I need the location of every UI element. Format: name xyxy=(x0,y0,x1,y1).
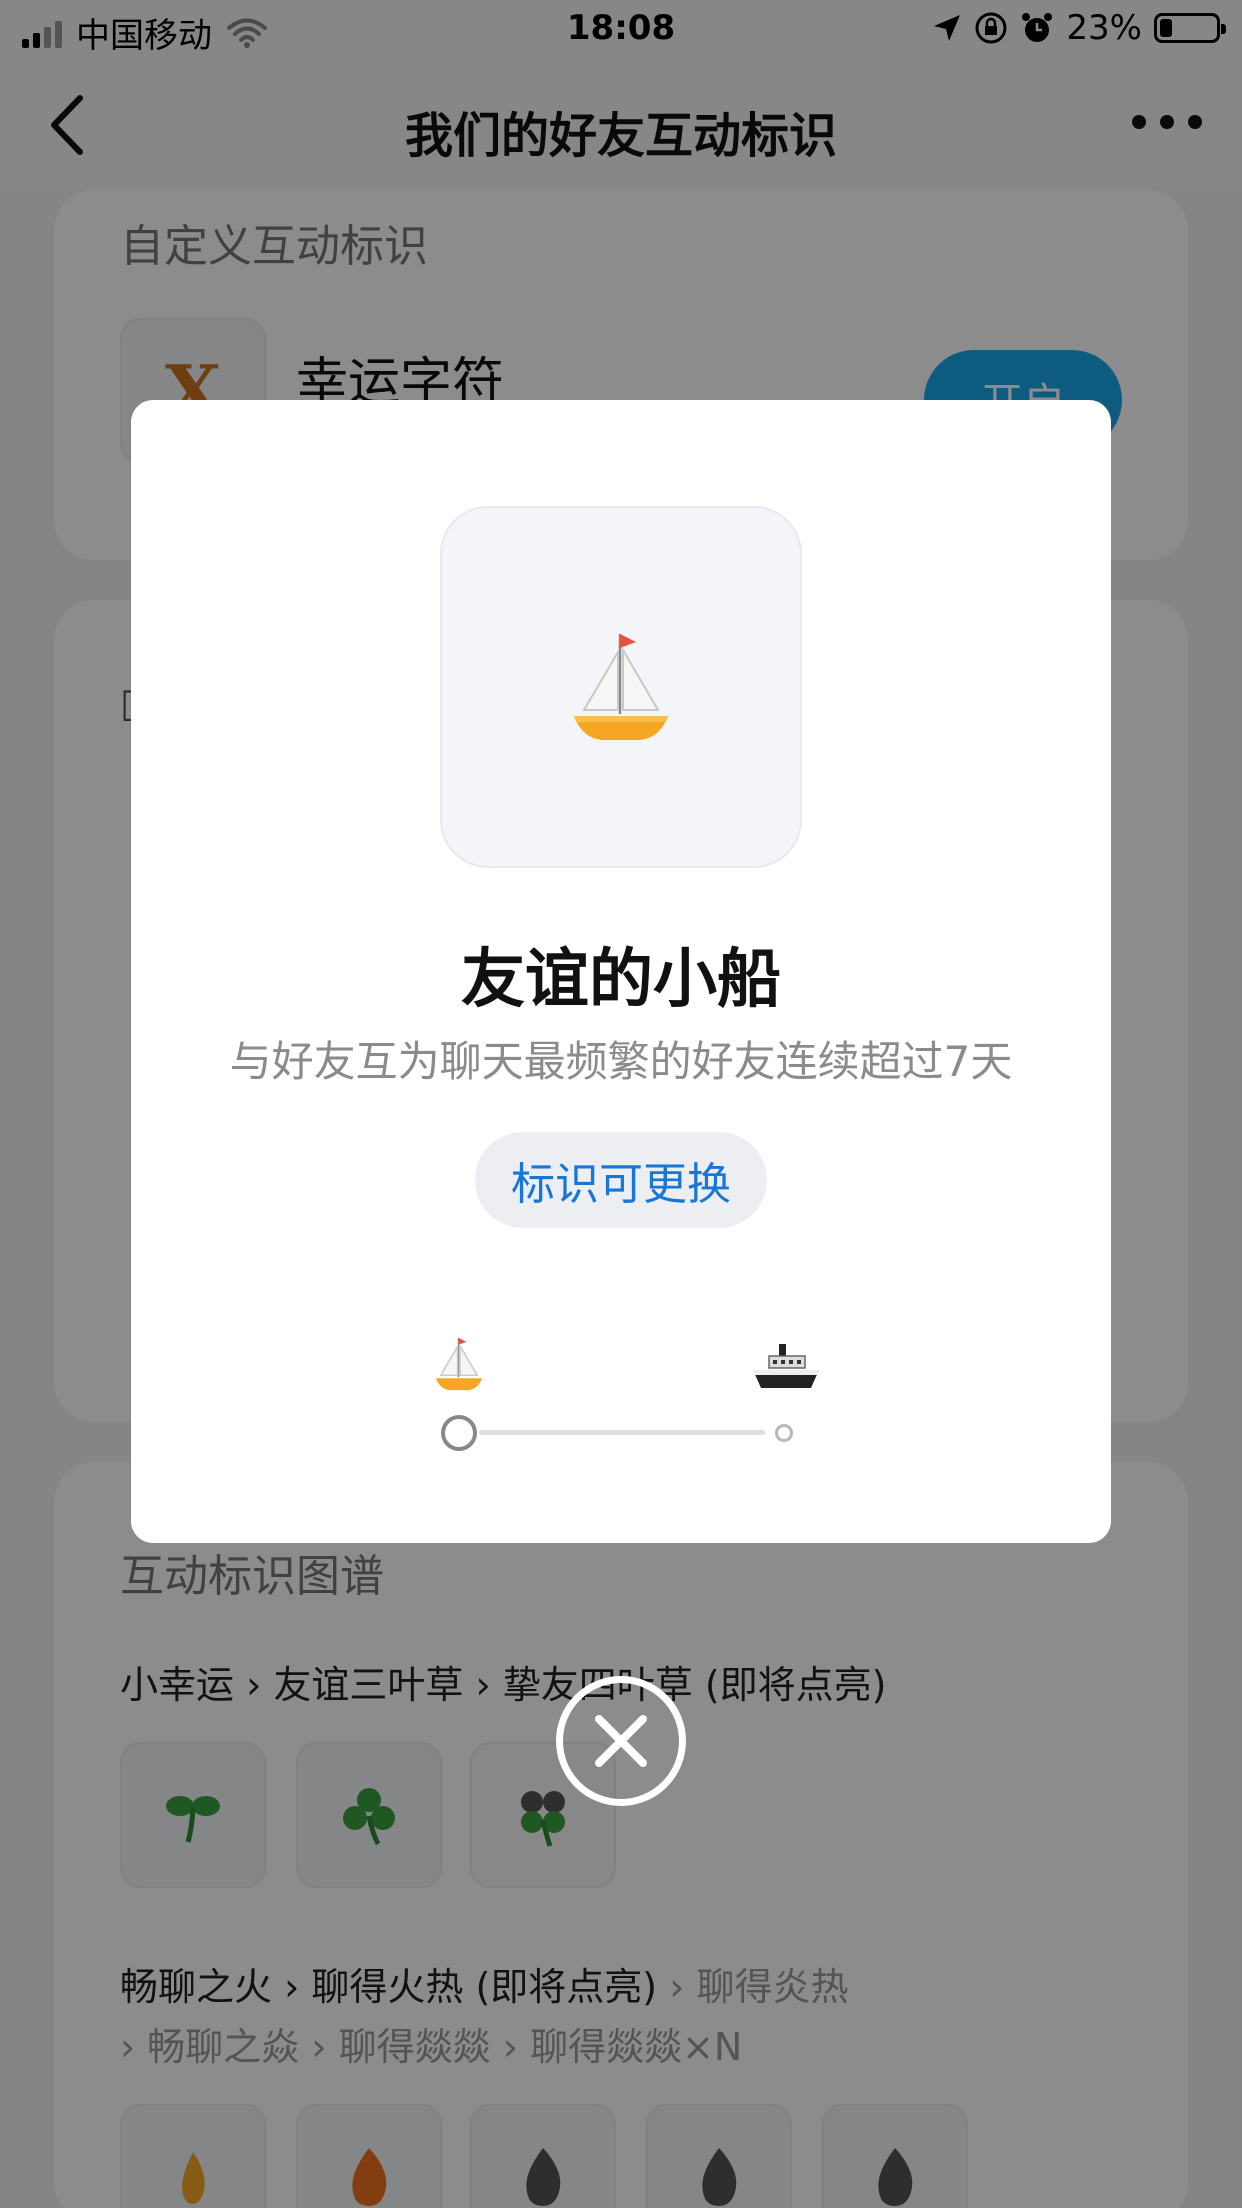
mark-title: 友谊的小船 xyxy=(461,943,781,1017)
progress-current-node xyxy=(441,1415,477,1451)
close-x-mark xyxy=(595,1715,647,1767)
replace-mark-button[interactable]: 标识可更换 xyxy=(475,1132,767,1228)
mark-detail-dialog: 友谊的小船 与好友互为聊天最频繁的好友连续超过7天 标识可更换 xyxy=(131,400,1111,1543)
progress-end-ship-icon xyxy=(753,1344,819,1388)
progress-track xyxy=(479,1430,765,1435)
progress-start-sailboat-icon xyxy=(435,1337,483,1391)
mark-description: 与好友互为聊天最频繁的好友连续超过7天 xyxy=(229,1037,1013,1086)
close-circle-icon[interactable] xyxy=(556,1676,686,1806)
main-icon-box xyxy=(440,506,802,868)
sailboat-icon xyxy=(574,634,668,740)
progress-target-node xyxy=(775,1424,793,1442)
